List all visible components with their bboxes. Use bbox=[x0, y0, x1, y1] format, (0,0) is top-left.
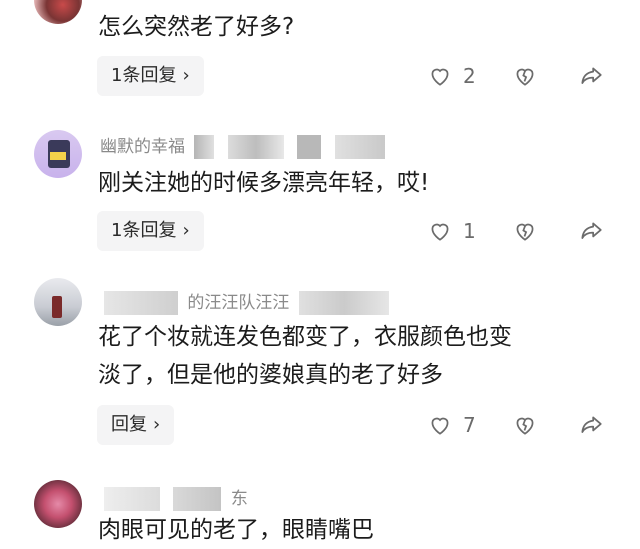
username-text: 东 bbox=[230, 489, 248, 509]
heart-outline-icon bbox=[431, 68, 449, 86]
reply-label: 1条回复 bbox=[111, 220, 177, 241]
share-arrow-icon bbox=[581, 416, 602, 433]
like-count: 7 bbox=[463, 413, 476, 437]
like-button[interactable]: 2 bbox=[427, 63, 476, 89]
redaction-mosaic bbox=[173, 487, 222, 511]
comment-text-line-2: 淡了，但是他的婆娘真的老了好多 bbox=[98, 362, 443, 388]
like-button[interactable]: 7 bbox=[427, 412, 476, 438]
view-replies-button[interactable]: 1条回复 › bbox=[97, 56, 204, 96]
chevron-right-icon: › bbox=[182, 220, 190, 241]
share-arrow-icon bbox=[581, 222, 602, 239]
dislike-button[interactable] bbox=[512, 63, 538, 89]
like-button[interactable]: 1 bbox=[427, 218, 476, 244]
share-button[interactable] bbox=[578, 63, 604, 89]
redaction-mosaic bbox=[334, 135, 385, 159]
like-count: 1 bbox=[463, 219, 476, 243]
avatar[interactable] bbox=[34, 130, 82, 178]
avatar[interactable] bbox=[34, 480, 82, 528]
broken-heart-icon bbox=[516, 417, 534, 435]
username[interactable]: 幽默的幸福 bbox=[100, 132, 389, 159]
comment-text: 刚关注她的时候多漂亮年轻，哎! bbox=[98, 170, 430, 196]
avatar[interactable] bbox=[34, 0, 82, 24]
avatar[interactable] bbox=[34, 278, 82, 326]
username[interactable]: 东 bbox=[100, 484, 248, 511]
view-replies-button[interactable]: 1条回复 › bbox=[97, 211, 204, 251]
broken-heart-icon bbox=[516, 223, 534, 241]
redaction-mosaic bbox=[194, 135, 215, 159]
share-button[interactable] bbox=[578, 218, 604, 244]
chevron-right-icon: › bbox=[182, 65, 190, 86]
broken-heart-icon bbox=[516, 68, 534, 86]
reply-button[interactable]: 回复 › bbox=[97, 405, 175, 445]
comment-text-line-1: 花了个妆就连发色都变了，衣服颜色也变 bbox=[98, 324, 512, 350]
comment-text: 怎么突然老了好多? bbox=[98, 14, 295, 40]
redaction-mosaic bbox=[227, 135, 284, 159]
username-text: 的汪汪队汪汪 bbox=[187, 293, 290, 313]
username[interactable]: 的汪汪队汪汪 bbox=[100, 288, 393, 315]
redaction-mosaic bbox=[104, 487, 160, 511]
redaction-mosaic bbox=[297, 135, 322, 159]
reply-label: 1条回复 bbox=[111, 65, 177, 86]
redaction-mosaic bbox=[104, 291, 178, 315]
redaction-mosaic bbox=[298, 291, 389, 315]
reply-label: 回复 bbox=[111, 414, 147, 435]
dislike-button[interactable] bbox=[512, 412, 538, 438]
heart-outline-icon bbox=[431, 223, 449, 241]
comment-text: 肉眼可见的老了，眼睛嘴巴 bbox=[98, 517, 374, 543]
chevron-right-icon: › bbox=[153, 414, 161, 435]
share-button[interactable] bbox=[578, 412, 604, 438]
dislike-button[interactable] bbox=[512, 218, 538, 244]
like-count: 2 bbox=[463, 64, 476, 88]
heart-outline-icon bbox=[431, 417, 449, 435]
username-text: 幽默的幸福 bbox=[100, 137, 185, 157]
share-arrow-icon bbox=[581, 67, 602, 84]
